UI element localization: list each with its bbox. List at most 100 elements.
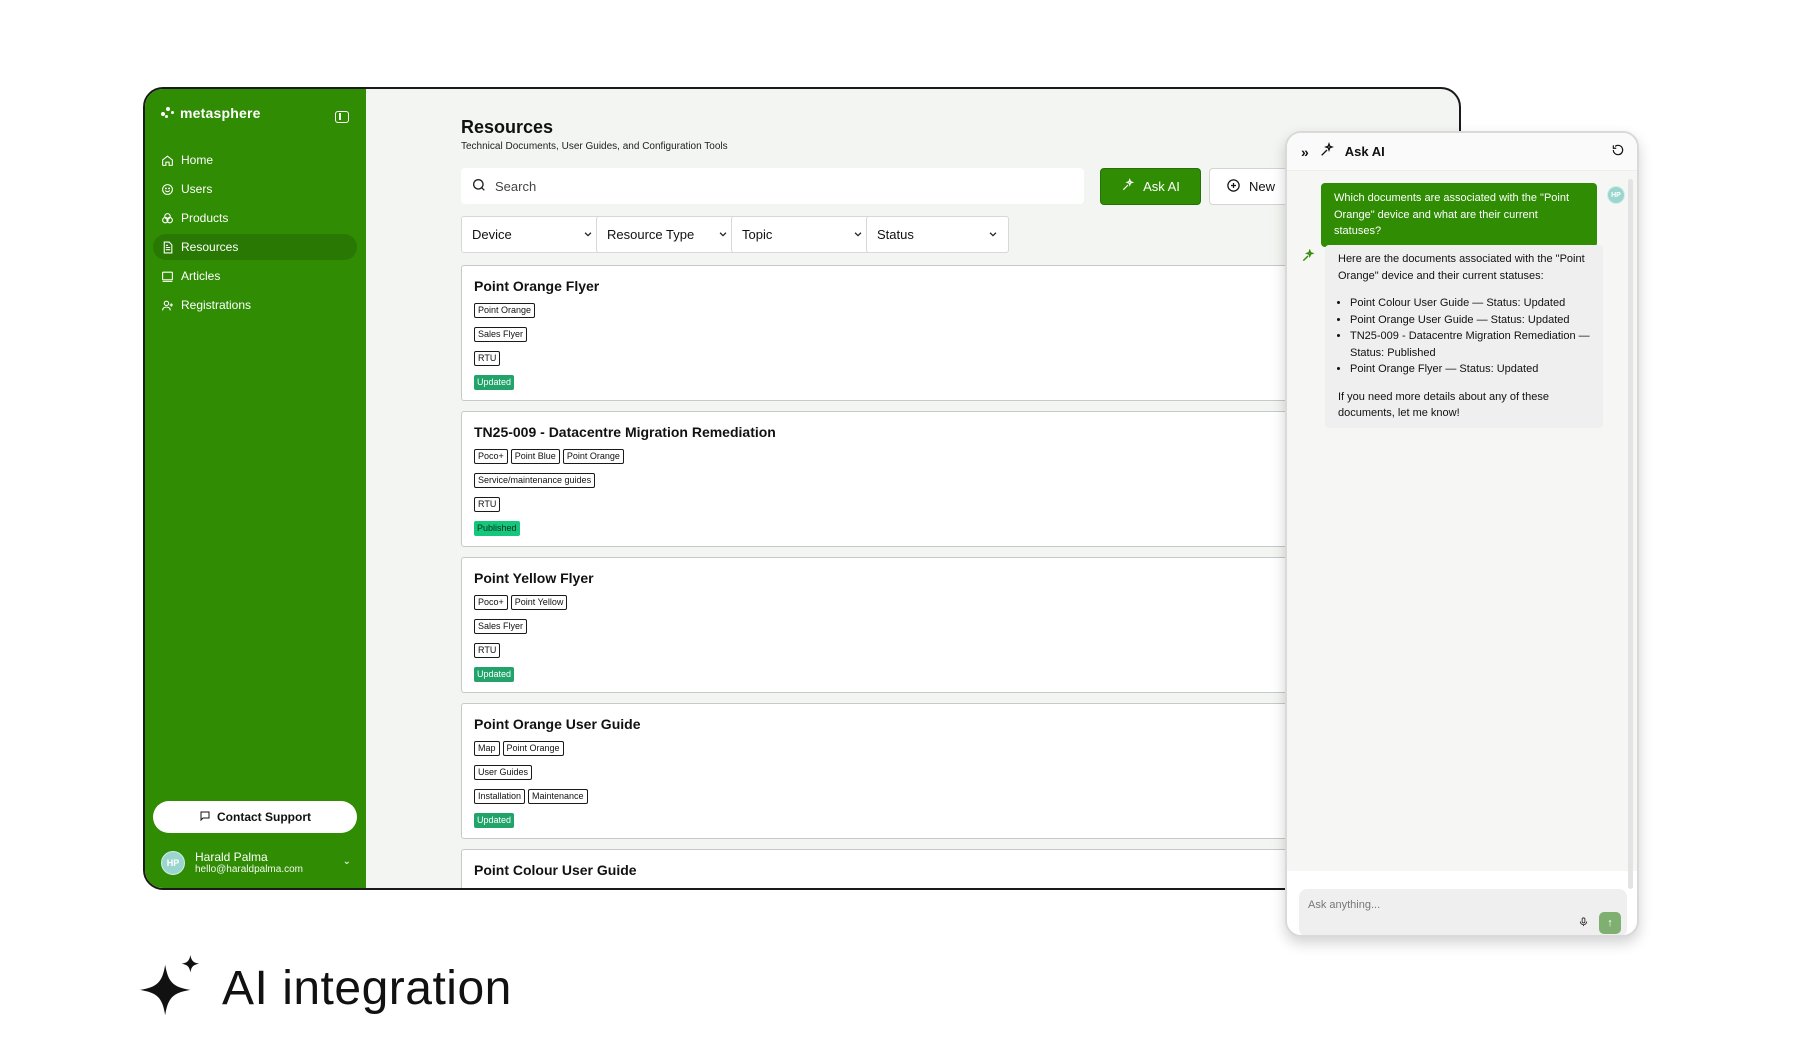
sparkles-icon [140,955,202,1022]
logo[interactable]: metasphere [161,105,261,121]
filter-status[interactable]: Status [866,216,1009,253]
resource-title: Point Orange User Guide [474,716,641,732]
sidebar-item-label: Home [181,153,214,167]
resource-title: Point Orange Flyer [474,278,600,294]
avatar: HP [1607,186,1625,204]
sidebar-item-products[interactable]: Products [153,205,357,231]
chat-messages: Which documents are associated with the … [1287,171,1637,871]
user-add-icon [161,299,174,312]
tag: Sales Flyer [474,327,528,342]
page-subtitle: Technical Documents, User Guides, and Co… [461,141,728,152]
send-button[interactable]: ↑ [1599,912,1621,934]
avatar: HP [161,851,185,875]
chevron-down-icon [718,227,728,242]
user-name: Harald Palma [195,850,268,864]
tag: Point Orange [562,449,624,464]
feature-caption: AI integration [140,955,512,1022]
tag: User Guides [474,765,533,780]
app-window: metasphere Home Users Products Resources [143,87,1461,890]
logo-icon [161,106,177,120]
resource-card[interactable]: TN25-009 - Datacentre Migration Remediat… [461,411,1368,547]
tag: Installation [474,789,526,804]
sidebar-item-resources[interactable]: Resources [153,234,357,260]
sidebar-item-registrations[interactable]: Registrations [153,292,357,318]
ask-ai-button[interactable]: Ask AI [1100,168,1201,205]
tag: Service/maintenance guides [474,473,596,488]
ai-intro: Here are the documents associated with t… [1338,253,1585,282]
ask-ai-panel: » Ask AI Which documents are associated … [1285,131,1639,937]
ai-message: Here are the documents associated with t… [1325,245,1603,428]
filter-device[interactable]: Device [461,216,604,253]
tag-row: RTU [474,643,501,658]
book-icon [161,270,174,283]
page-title: Resources [461,117,554,137]
ai-list-item: Point Orange Flyer — Status: Updated [1350,361,1590,378]
tag: RTU [474,351,501,366]
resource-card[interactable]: Point Colour User Guide [461,849,1368,888]
boxes-icon [161,212,174,225]
tag-row: Point Orange [474,303,536,318]
ai-list-item: Point Colour User Guide — Status: Update… [1350,295,1590,312]
chat-scrollbar[interactable] [1628,179,1633,889]
tag-row: Poco+ Point Blue Point Orange [474,449,624,464]
user-message: Which documents are associated with the … [1321,183,1597,247]
chevron-down-icon [583,227,593,242]
resource-card[interactable]: Point Orange Flyer Point Orange Sales Fl… [461,265,1368,401]
home-icon [161,154,174,167]
refresh-icon[interactable] [1611,143,1625,160]
tag: Poco+ [474,595,508,610]
sidebar-item-label: Resources [181,240,239,254]
sparkle-icon [1319,142,1335,161]
sidebar-item-users[interactable]: Users [153,176,357,202]
user-info: Harald Palma hello@haraldpalma.com [195,850,303,876]
chat-input-placeholder: Ask anything... [1308,899,1381,911]
status-badge: Updated [474,813,515,828]
ai-outro: If you need more details about any of th… [1338,390,1549,420]
chat-input[interactable]: Ask anything... ↑ [1299,889,1627,935]
filter-label: Topic [742,227,773,242]
sidebar-item-label: Users [181,182,213,196]
chevron-down-icon [853,227,863,242]
tag: Map [474,741,500,756]
ai-sparkle-icon [1301,248,1315,263]
resource-card[interactable]: Point Yellow Flyer Poco+ Point Yellow Sa… [461,557,1368,693]
filter-label: Resource Type [607,227,695,242]
tag: Poco+ [474,449,508,464]
tag: Point Orange [502,741,564,756]
chat-title: Ask AI [1344,144,1385,159]
status-badge: Updated [474,667,515,682]
microphone-icon[interactable] [1578,916,1589,931]
tag-row: Service/maintenance guides [474,473,596,488]
tag-row: RTU [474,351,501,366]
tag: RTU [474,497,501,512]
chat-bubble-icon [199,810,211,825]
sidebar-collapse-icon[interactable] [335,111,349,123]
tag: Point Blue [510,449,560,464]
search-input[interactable]: Search [461,168,1084,204]
collapse-panel-icon[interactable]: » [1301,144,1309,160]
tag: Point Orange [474,303,536,318]
tag-row: Map Point Orange [474,741,564,756]
filter-topic[interactable]: Topic [731,216,874,253]
sidebar: metasphere Home Users Products Resources [145,89,366,888]
contact-support-button[interactable]: Contact Support [153,801,357,833]
user-menu[interactable]: HP Harald Palma hello@haraldpalma.com ⌄ [161,846,357,880]
sidebar-item-label: Products [181,211,229,225]
chevron-down-icon [988,227,998,242]
tag-row: Poco+ Point Yellow [474,595,568,610]
ai-list-item: Point Orange User Guide — Status: Update… [1350,312,1590,329]
filter-resource-type[interactable]: Resource Type [596,216,739,253]
sidebar-item-home[interactable]: Home [153,147,357,173]
tag: Sales Flyer [474,619,528,634]
chevron-down-icon[interactable]: ⌄ [343,856,351,867]
tag-row: Sales Flyer [474,619,528,634]
feature-title: AI integration [222,962,512,1015]
ask-ai-label: Ask AI [1143,179,1180,194]
status-badge: Published [474,521,520,536]
document-icon [161,241,174,254]
sidebar-item-articles[interactable]: Articles [153,263,357,289]
status-badge: Updated [474,375,515,390]
resource-card[interactable]: Point Orange User Guide Map Point Orange… [461,703,1368,839]
sidebar-item-label: Articles [181,269,221,283]
filter-label: Device [472,227,512,242]
